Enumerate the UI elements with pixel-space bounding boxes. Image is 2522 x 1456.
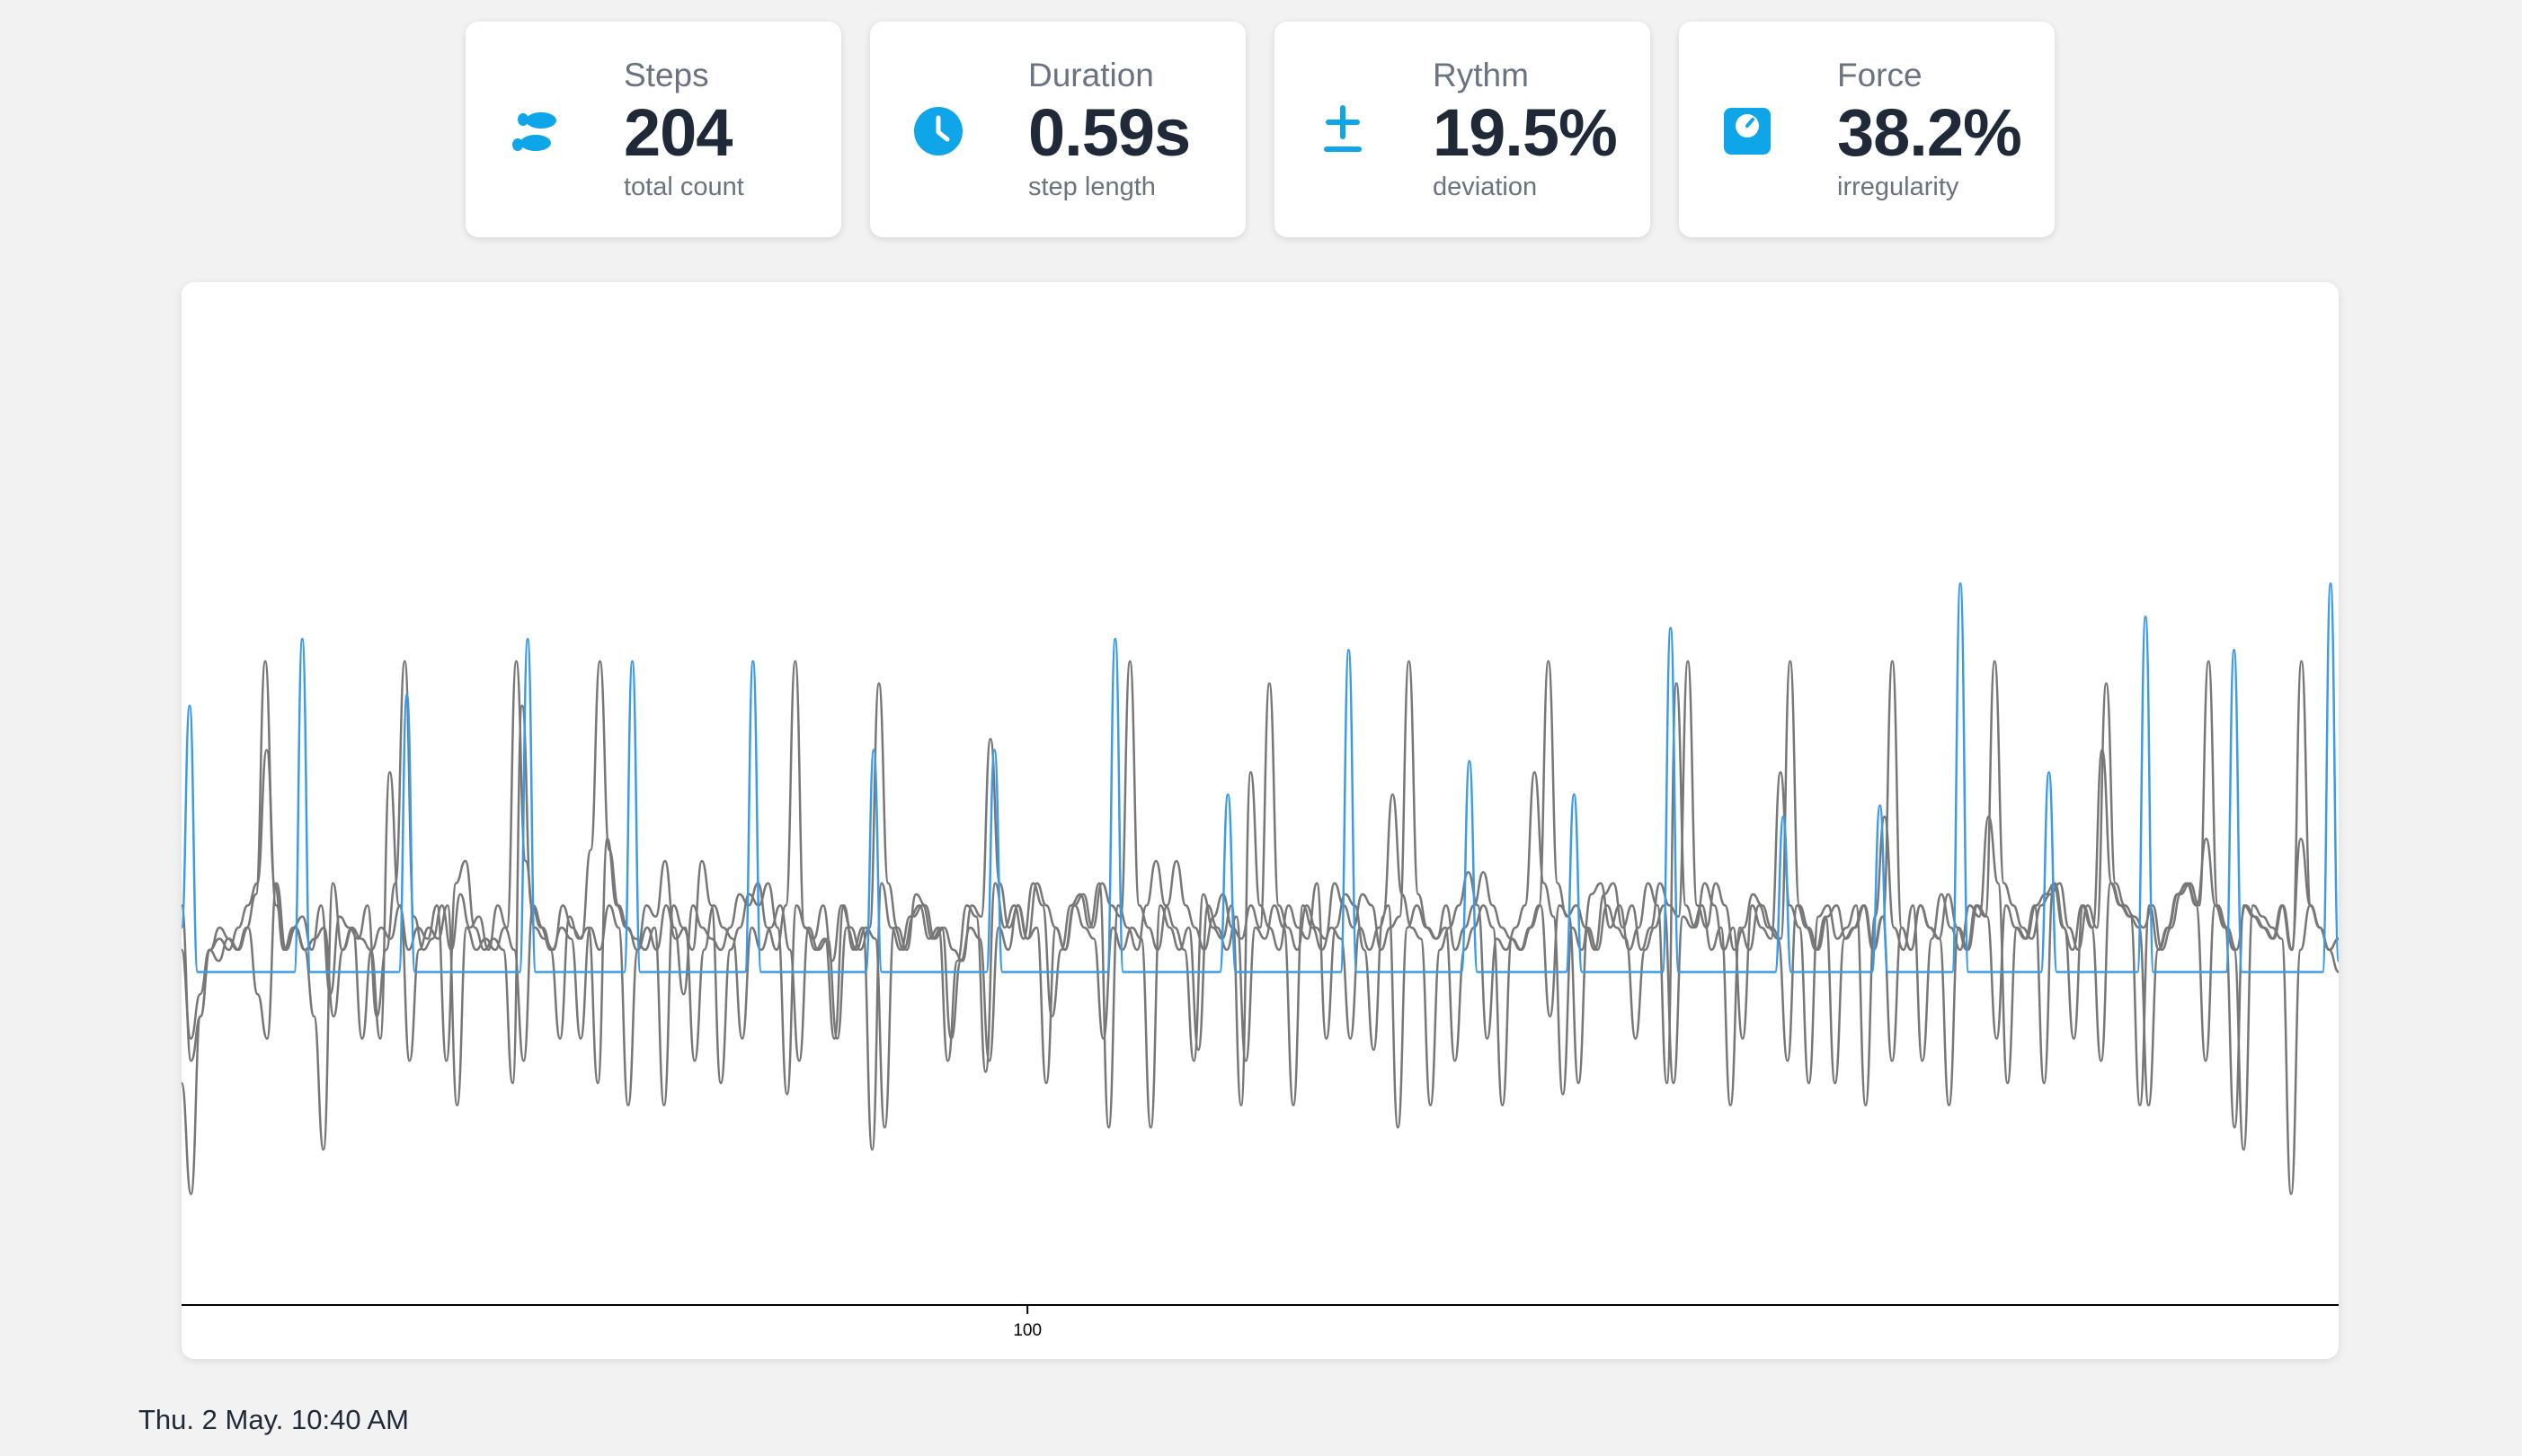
steps-card: Steps 204 total count: [466, 22, 841, 237]
series-layer: [182, 582, 2339, 1195]
plus-minus-icon: [1314, 102, 1372, 160]
rythm-card: Rythm 19.5% deviation: [1274, 22, 1650, 237]
footsteps-icon: [505, 102, 563, 160]
card-label: Rythm: [1433, 57, 1529, 93]
scale-icon: [1718, 102, 1776, 160]
clock-icon: [910, 102, 967, 160]
card-label: Force: [1837, 57, 1923, 93]
gait-chart-svg: 100: [182, 582, 2339, 1340]
card-value: 19.5%: [1433, 95, 1618, 170]
card-sublabel: step length: [1028, 173, 1156, 201]
x-ticks: 100: [1013, 1305, 1042, 1340]
series-line-1: [182, 660, 2339, 1040]
card-value: 204: [624, 95, 733, 170]
series-line-0: [182, 582, 2339, 973]
card-sublabel: deviation: [1433, 173, 1538, 201]
card-value: 0.59s: [1028, 95, 1191, 170]
series-line-2: [182, 682, 2339, 1195]
card-sublabel: total count: [624, 173, 744, 201]
card-value: 38.2%: [1837, 95, 2022, 170]
timestamp: Thu. 2 May. 10:40 AM: [138, 1404, 409, 1435]
duration-card: Duration 0.59s step length: [870, 22, 1246, 237]
card-sublabel: irregularity: [1837, 173, 1959, 201]
stats-cards: Steps 204 total count Duration 0.59s ste…: [466, 22, 2055, 237]
x-tick-label: 100: [1013, 1321, 1042, 1340]
series-line-3: [182, 882, 2339, 1195]
card-label: Steps: [624, 57, 709, 93]
gait-chart: 100: [182, 282, 2339, 1359]
card-label: Duration: [1028, 57, 1154, 93]
force-card: Force 38.2% irregularity: [1679, 22, 2055, 237]
